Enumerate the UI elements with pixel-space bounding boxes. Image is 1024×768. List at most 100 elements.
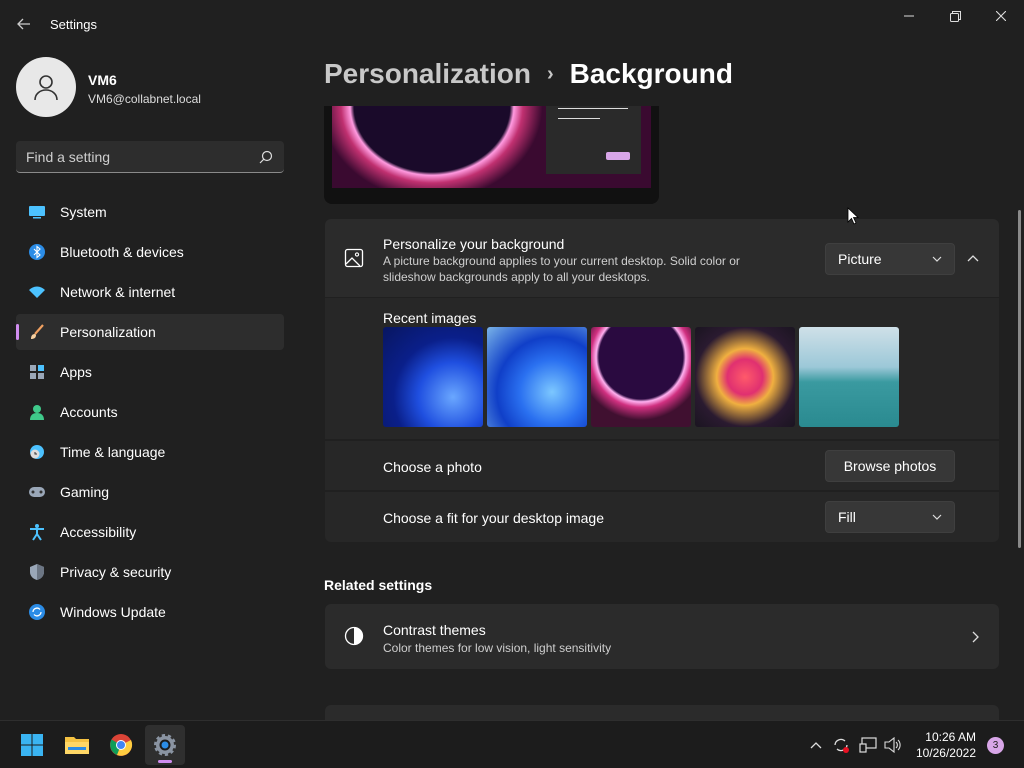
choose-photo-label: Choose a photo [383, 459, 482, 475]
recent-images-list [383, 327, 899, 427]
apps-icon [28, 363, 46, 381]
recent-image-1[interactable] [383, 327, 483, 427]
network-icon[interactable] [858, 735, 878, 755]
profile-email: VM6@collabnet.local [88, 92, 201, 106]
start-icon [21, 734, 43, 756]
chevron-up-icon [967, 255, 979, 262]
sidebar-nav: System Bluetooth & devices Network & int… [16, 194, 284, 634]
settings-icon [154, 734, 176, 756]
sidebar-item-label: Privacy & security [60, 564, 172, 580]
restore-icon [949, 10, 961, 22]
chevron-right-icon [972, 631, 979, 643]
preview-window [546, 106, 641, 174]
minimize-button[interactable] [887, 4, 931, 28]
sidebar-item-accounts[interactable]: Accounts [16, 394, 284, 430]
recent-image-4[interactable] [695, 327, 795, 427]
globe-clock-icon [28, 443, 46, 461]
contrast-themes-description: Color themes for low vision, light sensi… [383, 641, 612, 655]
person-icon [34, 75, 58, 101]
sidebar-item-label: Time & language [60, 444, 166, 460]
monitor-icon [28, 203, 46, 221]
chrome-icon [110, 734, 133, 756]
breadcrumb-separator: › [546, 62, 554, 85]
sidebar-item-personalization[interactable]: Personalization [16, 314, 284, 350]
restore-button[interactable] [933, 4, 977, 28]
gamepad-icon [28, 483, 46, 501]
bluetooth-icon [28, 243, 46, 261]
background-type-dropdown[interactable]: Picture [825, 243, 955, 275]
update-icon [28, 603, 46, 621]
accessibility-icon [28, 523, 46, 541]
sidebar-item-network[interactable]: Network & internet [16, 274, 284, 310]
chevron-down-icon [932, 514, 942, 520]
person-icon [28, 403, 46, 421]
sidebar-item-gaming[interactable]: Gaming [16, 474, 284, 510]
start-button[interactable] [12, 725, 52, 765]
clock-time[interactable]: 10:26 AM [906, 730, 976, 744]
next-card-partial [325, 705, 999, 721]
recent-image-3[interactable] [591, 327, 691, 427]
sidebar-item-windows-update[interactable]: Windows Update [16, 594, 284, 630]
back-arrow-icon [17, 18, 30, 30]
breadcrumb: Personalization › Background [324, 58, 733, 90]
shield-icon [28, 563, 46, 581]
show-hidden-icons-button[interactable] [806, 735, 826, 755]
contrast-icon [343, 625, 365, 647]
sidebar-item-label: Gaming [60, 484, 110, 500]
search-box[interactable] [16, 141, 284, 173]
sidebar-item-label: System [60, 204, 107, 220]
sidebar-item-privacy[interactable]: Privacy & security [16, 554, 284, 590]
sidebar-item-system[interactable]: System [16, 194, 284, 230]
chrome-button[interactable] [101, 725, 141, 765]
search-icon[interactable] [258, 149, 274, 165]
settings-taskbar-button[interactable] [145, 725, 185, 765]
app-title: Settings [50, 17, 97, 32]
choose-fit-row: Choose a fit for your desktop image Fill [325, 492, 999, 542]
sidebar-item-time-language[interactable]: Time & language [16, 434, 284, 470]
browse-photos-button[interactable]: Browse photos [825, 450, 955, 482]
clock-date[interactable]: 10/26/2022 [906, 746, 976, 760]
contrast-themes-link[interactable]: Contrast themes Color themes for low vis… [325, 604, 999, 669]
title-bar: Settings [0, 0, 1024, 48]
sidebar-item-bluetooth[interactable]: Bluetooth & devices [16, 234, 284, 270]
scrollbar[interactable] [1018, 210, 1021, 548]
sidebar-item-apps[interactable]: Apps [16, 354, 284, 390]
mouse-cursor-icon [847, 207, 859, 225]
related-settings-heading: Related settings [324, 577, 433, 593]
file-explorer-button[interactable] [57, 725, 97, 765]
sidebar-item-label: Accounts [60, 404, 118, 420]
profile-name: VM6 [88, 72, 117, 88]
sidebar-item-label: Network & internet [60, 284, 176, 300]
choose-photo-row: Choose a photo Browse photos [325, 441, 999, 490]
sidebar-item-accessibility[interactable]: Accessibility [16, 514, 284, 550]
avatar[interactable] [16, 57, 76, 117]
choose-fit-label: Choose a fit for your desktop image [383, 510, 605, 526]
taskbar: 10:26 AM 10/26/2022 3 [0, 720, 1024, 768]
wifi-icon [28, 283, 46, 301]
fit-dropdown[interactable]: Fill [825, 501, 955, 533]
dropdown-value: Picture [838, 251, 882, 267]
sidebar-item-label: Windows Update [60, 604, 166, 620]
desktop-preview [324, 106, 659, 204]
sidebar-item-label: Apps [60, 364, 92, 380]
sidebar-item-label: Personalization [60, 324, 156, 340]
sidebar-item-label: Bluetooth & devices [60, 244, 184, 260]
brush-icon [28, 323, 46, 341]
personalize-background-card[interactable]: Personalize your background A picture ba… [325, 219, 999, 297]
back-button[interactable] [12, 12, 36, 36]
volume-icon[interactable] [883, 735, 903, 755]
recent-image-2[interactable] [487, 327, 587, 427]
recent-image-5[interactable] [799, 327, 899, 427]
personalize-title: Personalize your background [383, 236, 565, 252]
sync-status-icon[interactable] [831, 735, 851, 755]
notification-badge[interactable]: 3 [987, 737, 1004, 754]
search-input[interactable] [26, 147, 246, 167]
chevron-up-icon [810, 742, 822, 749]
collapse-button[interactable] [961, 247, 985, 271]
breadcrumb-parent[interactable]: Personalization [324, 58, 531, 90]
close-icon [996, 11, 1006, 21]
chevron-down-icon [932, 256, 942, 262]
personalize-description: A picture background applies to your cur… [383, 254, 740, 284]
image-icon [343, 247, 365, 269]
close-button[interactable] [979, 4, 1023, 28]
